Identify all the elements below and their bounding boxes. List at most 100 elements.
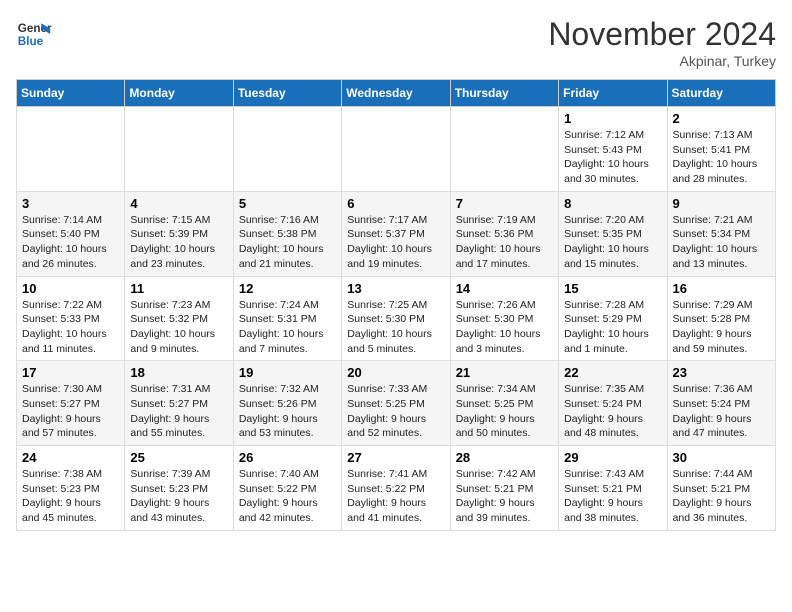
day-number: 12	[239, 281, 336, 296]
day-info: Sunrise: 7:28 AM Sunset: 5:29 PM Dayligh…	[564, 298, 661, 357]
calendar-cell: 20 Sunrise: 7:33 AM Sunset: 5:25 PM Dayli…	[342, 361, 450, 446]
calendar-cell: 27Sunrise: 7:41 AM Sunset: 5:22 PM Dayli…	[342, 446, 450, 531]
day-info: Sunrise: 7:33 AM Sunset: 5:25 PM Dayligh…	[347, 382, 444, 441]
day-number: 19	[239, 365, 336, 380]
calendar-cell: 5 Sunrise: 7:16 AM Sunset: 5:38 PM Daylig…	[233, 191, 341, 276]
svg-text:Blue: Blue	[18, 35, 44, 48]
day-number: 22	[564, 365, 661, 380]
day-number: 20	[347, 365, 444, 380]
day-info: Sunrise: 7:25 AM Sunset: 5:30 PM Dayligh…	[347, 298, 444, 357]
calendar-week-3: 10 Sunrise: 7:22 AM Sunset: 5:33 PM Dayli…	[17, 276, 776, 361]
day-header-sunday: Sunday	[17, 80, 125, 107]
day-info: Sunrise: 7:36 AM Sunset: 5:24 PM Dayligh…	[673, 382, 770, 441]
calendar-cell: 12 Sunrise: 7:24 AM Sunset: 5:31 PM Dayli…	[233, 276, 341, 361]
day-number: 7	[456, 196, 553, 211]
day-info: Sunrise: 7:38 AM Sunset: 5:23 PM Dayligh…	[22, 467, 119, 526]
calendar-cell: 19 Sunrise: 7:32 AM Sunset: 5:26 PM Dayli…	[233, 361, 341, 446]
day-number: 26	[239, 450, 336, 465]
calendar-cell: 9 Sunrise: 7:21 AM Sunset: 5:34 PM Daylig…	[667, 191, 775, 276]
day-info: Sunrise: 7:15 AM Sunset: 5:39 PM Dayligh…	[130, 213, 227, 272]
day-number: 11	[130, 281, 227, 296]
calendar-cell	[17, 107, 125, 192]
day-info: Sunrise: 7:24 AM Sunset: 5:31 PM Dayligh…	[239, 298, 336, 357]
day-number: 9	[673, 196, 770, 211]
day-info: Sunrise: 7:42 AM Sunset: 5:21 PM Dayligh…	[456, 467, 553, 526]
day-number: 4	[130, 196, 227, 211]
day-number: 1	[564, 111, 661, 126]
calendar-cell: 15 Sunrise: 7:28 AM Sunset: 5:29 PM Dayli…	[559, 276, 667, 361]
day-number: 8	[564, 196, 661, 211]
calendar-table: SundayMondayTuesdayWednesdayThursdayFrid…	[16, 79, 776, 531]
page-header: General Blue November 2024 Akpinar, Turk…	[16, 16, 776, 69]
day-info: Sunrise: 7:22 AM Sunset: 5:33 PM Dayligh…	[22, 298, 119, 357]
calendar-cell: 29Sunrise: 7:43 AM Sunset: 5:21 PM Dayli…	[559, 446, 667, 531]
title-area: November 2024 Akpinar, Turkey	[548, 16, 776, 69]
calendar-cell: 17 Sunrise: 7:30 AM Sunset: 5:27 PM Dayli…	[17, 361, 125, 446]
calendar-cell: 13 Sunrise: 7:25 AM Sunset: 5:30 PM Dayli…	[342, 276, 450, 361]
logo: General Blue	[16, 16, 52, 52]
day-number: 3	[22, 196, 119, 211]
day-info: Sunrise: 7:19 AM Sunset: 5:36 PM Dayligh…	[456, 213, 553, 272]
calendar-header-row: SundayMondayTuesdayWednesdayThursdayFrid…	[17, 80, 776, 107]
calendar-cell: 11 Sunrise: 7:23 AM Sunset: 5:32 PM Dayli…	[125, 276, 233, 361]
day-header-saturday: Saturday	[667, 80, 775, 107]
day-info: Sunrise: 7:26 AM Sunset: 5:30 PM Dayligh…	[456, 298, 553, 357]
day-number: 2	[673, 111, 770, 126]
day-info: Sunrise: 7:17 AM Sunset: 5:37 PM Dayligh…	[347, 213, 444, 272]
day-header-monday: Monday	[125, 80, 233, 107]
month-title: November 2024	[548, 16, 776, 53]
day-info: Sunrise: 7:16 AM Sunset: 5:38 PM Dayligh…	[239, 213, 336, 272]
calendar-cell: 7 Sunrise: 7:19 AM Sunset: 5:36 PM Daylig…	[450, 191, 558, 276]
day-info: Sunrise: 7:14 AM Sunset: 5:40 PM Dayligh…	[22, 213, 119, 272]
calendar-cell	[450, 107, 558, 192]
day-info: Sunrise: 7:32 AM Sunset: 5:26 PM Dayligh…	[239, 382, 336, 441]
day-header-friday: Friday	[559, 80, 667, 107]
day-number: 23	[673, 365, 770, 380]
day-info: Sunrise: 7:34 AM Sunset: 5:25 PM Dayligh…	[456, 382, 553, 441]
day-info: Sunrise: 7:13 AM Sunset: 5:41 PM Dayligh…	[673, 128, 770, 187]
day-header-wednesday: Wednesday	[342, 80, 450, 107]
calendar-cell: 16Sunrise: 7:29 AM Sunset: 5:28 PM Dayli…	[667, 276, 775, 361]
day-number: 6	[347, 196, 444, 211]
calendar-cell: 30 Sunrise: 7:44 AM Sunset: 5:21 PM Dayli…	[667, 446, 775, 531]
day-number: 14	[456, 281, 553, 296]
calendar-cell: 10 Sunrise: 7:22 AM Sunset: 5:33 PM Dayli…	[17, 276, 125, 361]
calendar-cell	[233, 107, 341, 192]
day-info: Sunrise: 7:12 AM Sunset: 5:43 PM Dayligh…	[564, 128, 661, 187]
day-info: Sunrise: 7:44 AM Sunset: 5:21 PM Dayligh…	[673, 467, 770, 526]
day-number: 18	[130, 365, 227, 380]
day-number: 10	[22, 281, 119, 296]
calendar-cell: 28 Sunrise: 7:42 AM Sunset: 5:21 PM Dayli…	[450, 446, 558, 531]
calendar-cell: 1 Sunrise: 7:12 AM Sunset: 5:43 PM Daylig…	[559, 107, 667, 192]
day-number: 5	[239, 196, 336, 211]
day-info: Sunrise: 7:43 AM Sunset: 5:21 PM Dayligh…	[564, 467, 661, 526]
calendar-cell: 21 Sunrise: 7:34 AM Sunset: 5:25 PM Dayli…	[450, 361, 558, 446]
day-number: 25	[130, 450, 227, 465]
day-number: 15	[564, 281, 661, 296]
calendar-cell: 25 Sunrise: 7:39 AM Sunset: 5:23 PM Dayli…	[125, 446, 233, 531]
location-subtitle: Akpinar, Turkey	[548, 53, 776, 69]
day-number: 30	[673, 450, 770, 465]
calendar-week-1: 1 Sunrise: 7:12 AM Sunset: 5:43 PM Daylig…	[17, 107, 776, 192]
calendar-week-5: 24Sunrise: 7:38 AM Sunset: 5:23 PM Dayli…	[17, 446, 776, 531]
day-number: 21	[456, 365, 553, 380]
logo-icon: General Blue	[16, 16, 52, 52]
day-info: Sunrise: 7:40 AM Sunset: 5:22 PM Dayligh…	[239, 467, 336, 526]
day-info: Sunrise: 7:39 AM Sunset: 5:23 PM Dayligh…	[130, 467, 227, 526]
day-info: Sunrise: 7:29 AM Sunset: 5:28 PM Dayligh…	[673, 298, 770, 357]
day-info: Sunrise: 7:31 AM Sunset: 5:27 PM Dayligh…	[130, 382, 227, 441]
calendar-cell: 4 Sunrise: 7:15 AM Sunset: 5:39 PM Daylig…	[125, 191, 233, 276]
calendar-week-4: 17 Sunrise: 7:30 AM Sunset: 5:27 PM Dayli…	[17, 361, 776, 446]
calendar-week-2: 3 Sunrise: 7:14 AM Sunset: 5:40 PM Daylig…	[17, 191, 776, 276]
day-info: Sunrise: 7:30 AM Sunset: 5:27 PM Dayligh…	[22, 382, 119, 441]
day-info: Sunrise: 7:21 AM Sunset: 5:34 PM Dayligh…	[673, 213, 770, 272]
day-info: Sunrise: 7:23 AM Sunset: 5:32 PM Dayligh…	[130, 298, 227, 357]
day-info: Sunrise: 7:41 AM Sunset: 5:22 PM Dayligh…	[347, 467, 444, 526]
calendar-cell	[125, 107, 233, 192]
calendar-cell: 2 Sunrise: 7:13 AM Sunset: 5:41 PM Daylig…	[667, 107, 775, 192]
day-number: 13	[347, 281, 444, 296]
calendar-cell: 24Sunrise: 7:38 AM Sunset: 5:23 PM Dayli…	[17, 446, 125, 531]
day-number: 17	[22, 365, 119, 380]
day-header-tuesday: Tuesday	[233, 80, 341, 107]
day-number: 28	[456, 450, 553, 465]
